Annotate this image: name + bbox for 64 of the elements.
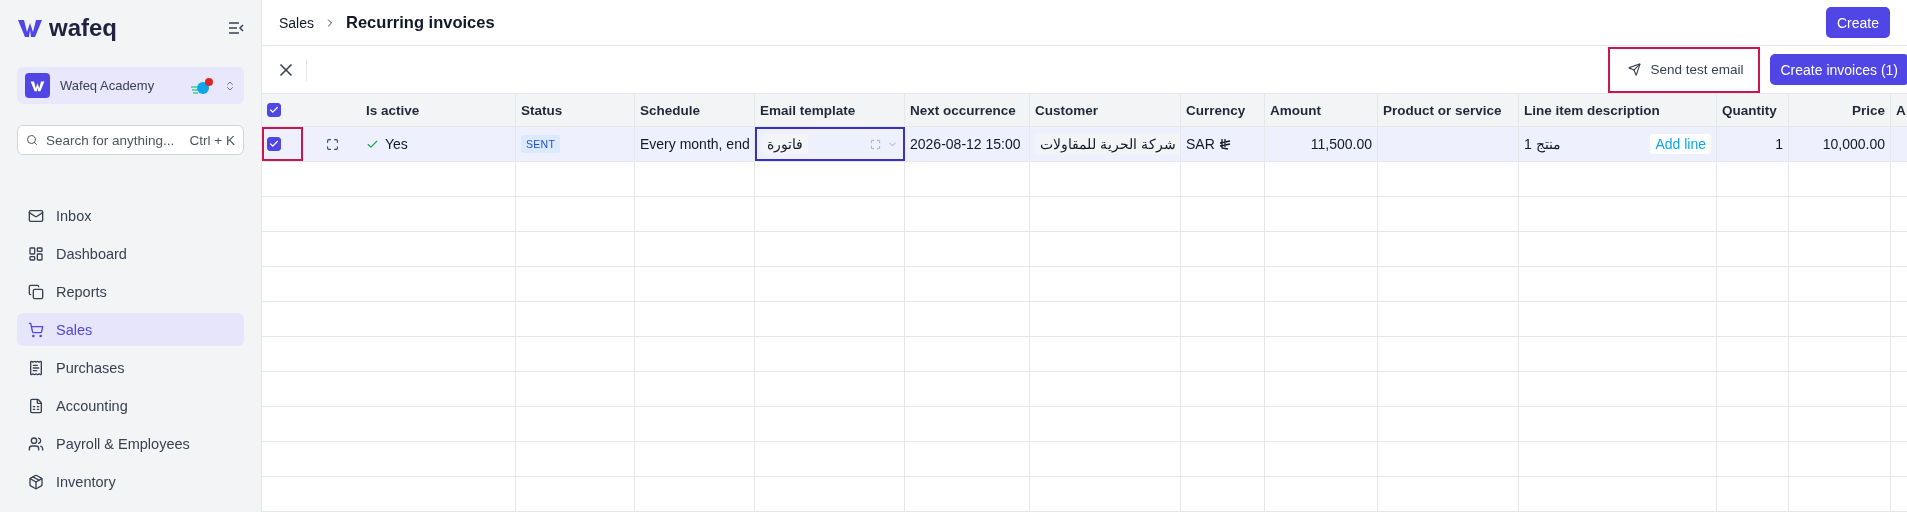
customer-chip: شركة الحرية للمقاولات bbox=[1035, 134, 1180, 154]
column-header[interactable]: Email template bbox=[755, 94, 905, 126]
create-invoices-button[interactable]: Create invoices (1) bbox=[1769, 54, 1907, 86]
search-placeholder: Search for anything... bbox=[46, 132, 176, 148]
collapse-sidebar-icon[interactable] bbox=[228, 22, 244, 34]
brand-name: wafeq bbox=[49, 14, 117, 42]
email-template-field[interactable]: فاتورة bbox=[755, 127, 905, 161]
spreadsheet-icon bbox=[28, 397, 44, 414]
table-cell: SAR bbox=[1186, 136, 1215, 152]
table-cell: Every month, end bbox=[640, 136, 750, 152]
search-icon bbox=[26, 134, 38, 147]
nav-item[interactable]: Purchases bbox=[17, 351, 244, 384]
column-header[interactable]: Price bbox=[1789, 94, 1891, 126]
box-icon bbox=[28, 473, 44, 490]
users-icon bbox=[28, 435, 44, 452]
organization-switcher[interactable]: Wafeq Academy bbox=[17, 67, 244, 105]
status-badge: SENT bbox=[521, 135, 561, 153]
table-cell: Yes bbox=[385, 136, 408, 152]
send-test-email-button[interactable]: Send test email bbox=[1608, 46, 1760, 93]
nav-item[interactable]: Accounting bbox=[17, 389, 244, 422]
column-header[interactable]: Product or service bbox=[1378, 94, 1519, 126]
checkmark-icon bbox=[269, 139, 279, 149]
receipt-icon bbox=[28, 359, 44, 376]
nav-item[interactable]: Sales bbox=[17, 313, 244, 346]
table-cell: 11,500.00 bbox=[1310, 136, 1372, 152]
expand-icon bbox=[224, 79, 236, 92]
table-cell: 10,000.00 bbox=[1822, 136, 1885, 152]
checkmark-icon bbox=[269, 105, 279, 115]
dashboard-icon bbox=[28, 245, 44, 262]
table-cell: منتج 1 bbox=[1524, 136, 1561, 152]
nav-item[interactable]: Inbox bbox=[17, 199, 244, 232]
keyboard-shortcut: Ctrl + K bbox=[189, 132, 235, 148]
column-header[interactable]: Customer bbox=[1030, 94, 1181, 126]
create-button[interactable]: Create bbox=[1825, 7, 1890, 39]
organization-logo-icon bbox=[25, 73, 50, 99]
column-header[interactable]: Quantity bbox=[1717, 94, 1789, 126]
breadcrumb-link[interactable]: Sales bbox=[279, 14, 315, 31]
logo-icon bbox=[17, 18, 43, 38]
page-title: Recurring invoices bbox=[346, 13, 495, 33]
column-header[interactable]: Status bbox=[516, 94, 635, 126]
column-header[interactable]: Amount bbox=[1265, 94, 1378, 126]
search-field[interactable]: Search for anything... Ctrl + K bbox=[17, 125, 244, 155]
expand-icon bbox=[870, 138, 881, 150]
select-all-checkbox[interactable] bbox=[267, 103, 281, 117]
organization-name: Wafeq Academy bbox=[60, 78, 156, 94]
table-cell: 1 bbox=[1775, 136, 1783, 152]
nav-item[interactable]: Dashboard bbox=[17, 237, 244, 270]
inbox-icon bbox=[28, 207, 44, 224]
column-header[interactable]: Line item description bbox=[1519, 94, 1717, 126]
riyal-icon bbox=[1218, 138, 1231, 150]
nav-item[interactable]: Inventory bbox=[17, 465, 244, 498]
table-cell: 2026-08-12 15:00 bbox=[910, 136, 1021, 152]
column-header[interactable]: Currency bbox=[1181, 94, 1265, 126]
row-checkbox[interactable] bbox=[267, 137, 281, 151]
expand-row-icon[interactable] bbox=[325, 137, 339, 151]
column-header[interactable]: Is active bbox=[361, 94, 516, 126]
cart-icon bbox=[28, 321, 44, 338]
pages-icon bbox=[28, 283, 44, 300]
nav-item[interactable]: Reports bbox=[17, 275, 244, 308]
nav-item[interactable]: Payroll & Employees bbox=[17, 427, 244, 460]
column-header[interactable]: Next occurrence bbox=[905, 94, 1030, 126]
column-header[interactable]: A bbox=[1891, 94, 1907, 126]
send-icon bbox=[1628, 63, 1642, 77]
column-header[interactable]: Schedule bbox=[635, 94, 755, 126]
